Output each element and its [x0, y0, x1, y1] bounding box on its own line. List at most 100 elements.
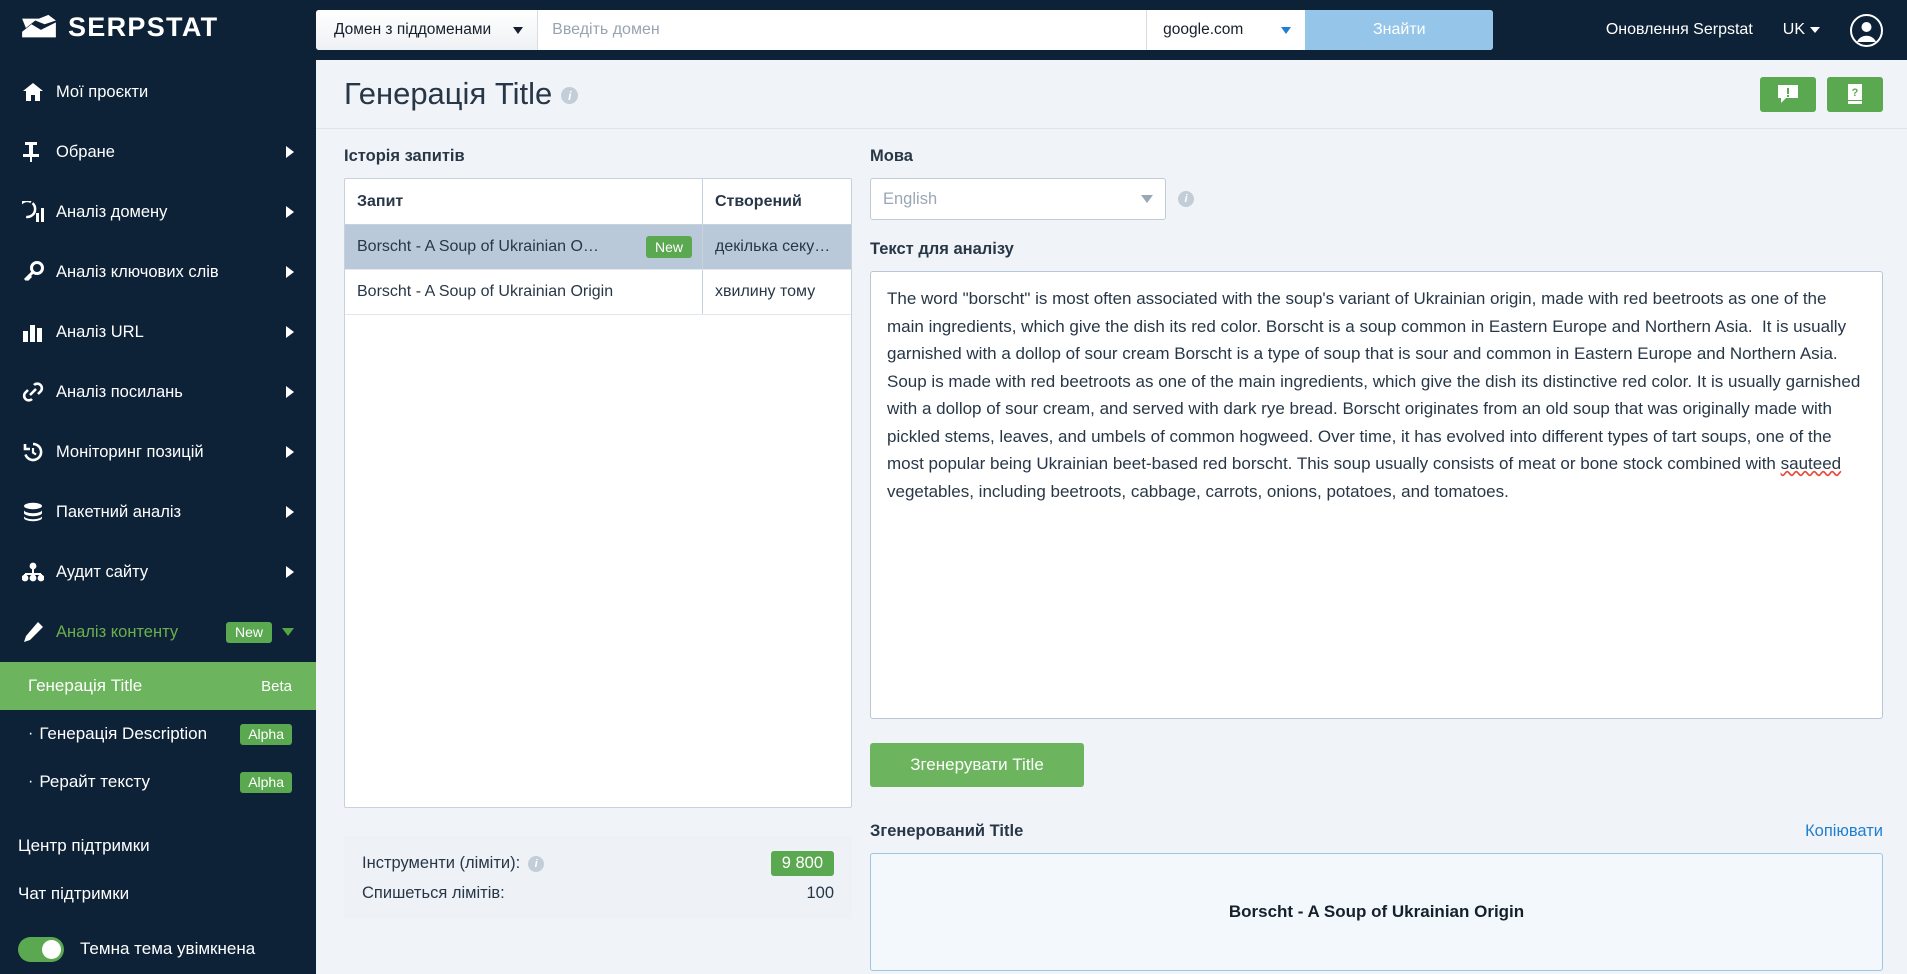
limits-panel: Інструменти (ліміти): i 9 800 Спишеться … [344, 836, 852, 919]
history-row-query-text: Borscht - A Soup of Ukrainian O… [357, 238, 599, 255]
history-table-header: Запит Створений [345, 179, 851, 225]
sidebar-nav: Мої проєкти Обране Аналіз домену Аналіз … [0, 55, 316, 974]
help-button[interactable]: ? [1827, 76, 1883, 112]
logo[interactable]: SERPSTAT [0, 0, 316, 55]
history-column-query: Запит [345, 179, 703, 224]
history-row-query: Borscht - A Soup of Ukrainian O… New [345, 225, 703, 269]
language-section-label: Мова [870, 147, 913, 165]
sidebar-item-site-audit[interactable]: Аудит сайту [0, 542, 316, 602]
sidebar-item-content-analysis[interactable]: Аналіз контенту New [0, 602, 316, 662]
chevron-down-icon [1141, 195, 1153, 203]
sidebar-item-url-analysis[interactable]: Аналіз URL [0, 302, 316, 362]
sidebar-item-support-chat[interactable]: Чат підтримки [0, 870, 316, 918]
bullet-icon: · [28, 725, 34, 742]
chevron-down-icon [1281, 26, 1292, 34]
sidebar-item-label: Обране [56, 142, 115, 161]
sidebar-item-label: Мої проєкти [56, 82, 149, 101]
dark-theme-toggle-row[interactable]: Темна тема увімкнена [0, 924, 316, 974]
sidebar-item-batch-analysis[interactable]: Пакетний аналіз [0, 482, 316, 542]
result-header: Згенерований Title Копіювати [870, 822, 1883, 841]
alpha-tag: Alpha [240, 723, 292, 745]
chevron-right-icon [286, 506, 294, 518]
domain-input[interactable] [538, 10, 1147, 50]
copy-button[interactable]: Копіювати [1805, 822, 1883, 841]
feedback-button[interactable] [1760, 76, 1816, 112]
page-header: Генерація Title i ? [316, 60, 1907, 129]
misspelled-word: sauteed [1780, 454, 1842, 474]
sidebar-new-badge: New [225, 621, 272, 643]
top-bar-right: Оновлення Serpstat UK [1606, 13, 1889, 47]
history-row-new-badge: New [645, 236, 692, 258]
home-icon [22, 82, 56, 102]
generate-title-button[interactable]: Згенерувати Title [870, 743, 1084, 787]
search-engine-select[interactable]: google.com [1146, 10, 1306, 50]
sidebar-item-label: Аналіз домену [56, 202, 168, 221]
sidebar-item-position-monitoring[interactable]: Моніторинг позицій [0, 422, 316, 482]
sidebar-divider [0, 806, 316, 822]
sidebar-item-description-generation[interactable]: · Генерація Description Alpha [0, 710, 316, 758]
result-box: Borscht - A Soup of Ukrainian Origin [870, 853, 1883, 971]
history-section-label: Історія запитів [344, 147, 465, 165]
dark-theme-toggle[interactable] [18, 936, 64, 962]
domain-scope-select[interactable]: Домен з піддоменами [316, 10, 539, 50]
result-value: Borscht - A Soup of Ukrainian Origin [1228, 902, 1525, 921]
domain-chart-icon [22, 201, 56, 223]
language-select-field[interactable]: English [870, 178, 1166, 220]
limits-tools-value: 9 800 [770, 851, 834, 876]
sidebar-item-link-analysis[interactable]: Аналіз посилань [0, 362, 316, 422]
sidebar-subitem-label: Генерація Description [39, 724, 208, 743]
top-bar: Домен з піддоменами google.com Знайти Он… [316, 0, 1907, 60]
history-row-query-text: Borscht - A Soup of Ukrainian Origin [357, 283, 614, 300]
table-row[interactable]: Borscht - A Soup of Ukrainian O… New дек… [345, 225, 851, 270]
text-section-label: Текст для аналізу [870, 240, 1014, 258]
content-area: Історія запитів Запит Створений Borscht … [316, 129, 1907, 974]
search-button[interactable]: Знайти [1305, 10, 1494, 50]
updates-link[interactable]: Оновлення Serpstat [1606, 21, 1753, 39]
history-column-created: Створений [715, 192, 802, 210]
sidebar-item-favorites[interactable]: Обране [0, 122, 316, 182]
main-area: Домен з піддоменами google.com Знайти Он… [316, 0, 1907, 974]
history-row-created: хвилину тому [715, 283, 816, 300]
sidebar-item-my-projects[interactable]: Мої проєкти [0, 62, 316, 122]
limits-charge-value: 100 [806, 884, 834, 902]
svg-text:?: ? [1852, 87, 1859, 99]
pin-icon [22, 141, 56, 163]
page-header-actions: ? [1760, 76, 1883, 112]
chevron-right-icon [286, 266, 294, 278]
pencil-icon [22, 621, 56, 643]
bullet-icon: · [28, 773, 34, 790]
bar-chart-icon [22, 322, 56, 342]
chevron-right-icon [286, 326, 294, 338]
chevron-right-icon [286, 206, 294, 218]
app-root: SERPSTAT Мої проєкти Обране Аналіз домен… [0, 0, 1907, 974]
language-select[interactable]: UK [1783, 21, 1820, 39]
brand-name: SERPSTAT [68, 12, 219, 42]
sidebar-item-label: Пакетний аналіз [56, 502, 182, 521]
database-icon [22, 502, 56, 522]
sidebar-item-title-generation[interactable]: Генерація Title Beta [0, 662, 316, 710]
language-info-icon[interactable]: i [1178, 191, 1194, 207]
alpha-tag: Alpha [240, 771, 292, 793]
history-table: Запит Створений Borscht - A Soup of Ukra… [344, 178, 852, 808]
limits-charge-label: Спишеться лімітів: [362, 884, 505, 902]
limits-info-icon[interactable]: i [528, 855, 545, 872]
analysis-textarea[interactable]: The word "borscht" is most often associa… [870, 271, 1883, 719]
limits-tools-label-wrap: Інструменти (ліміти): i [362, 854, 545, 873]
chevron-down-icon [1810, 27, 1820, 33]
link-icon [22, 381, 56, 403]
sidebar-item-keyword-analysis[interactable]: Аналіз ключових слів [0, 242, 316, 302]
language-select-value: English [883, 189, 938, 208]
domain-scope-value: Домен з піддоменами [334, 21, 492, 38]
avatar[interactable] [1850, 13, 1883, 47]
sidebar-item-domain-analysis[interactable]: Аналіз домену [0, 182, 316, 242]
chevron-right-icon [286, 146, 294, 158]
result-label: Згенерований Title [870, 822, 1024, 840]
help-book-icon: ? [1848, 84, 1862, 104]
sidebar-item-text-rewrite[interactable]: · Рерайт тексту Alpha [0, 758, 316, 806]
chevron-right-icon [286, 386, 294, 398]
table-row[interactable]: Borscht - A Soup of Ukrainian Origin хви… [345, 270, 851, 315]
sidebar: SERPSTAT Мої проєкти Обране Аналіз домен… [0, 0, 316, 974]
language-row: English i [870, 178, 1883, 220]
sidebar-item-support-center[interactable]: Центр підтримки [0, 822, 316, 870]
page-info-icon[interactable]: i [561, 87, 579, 105]
